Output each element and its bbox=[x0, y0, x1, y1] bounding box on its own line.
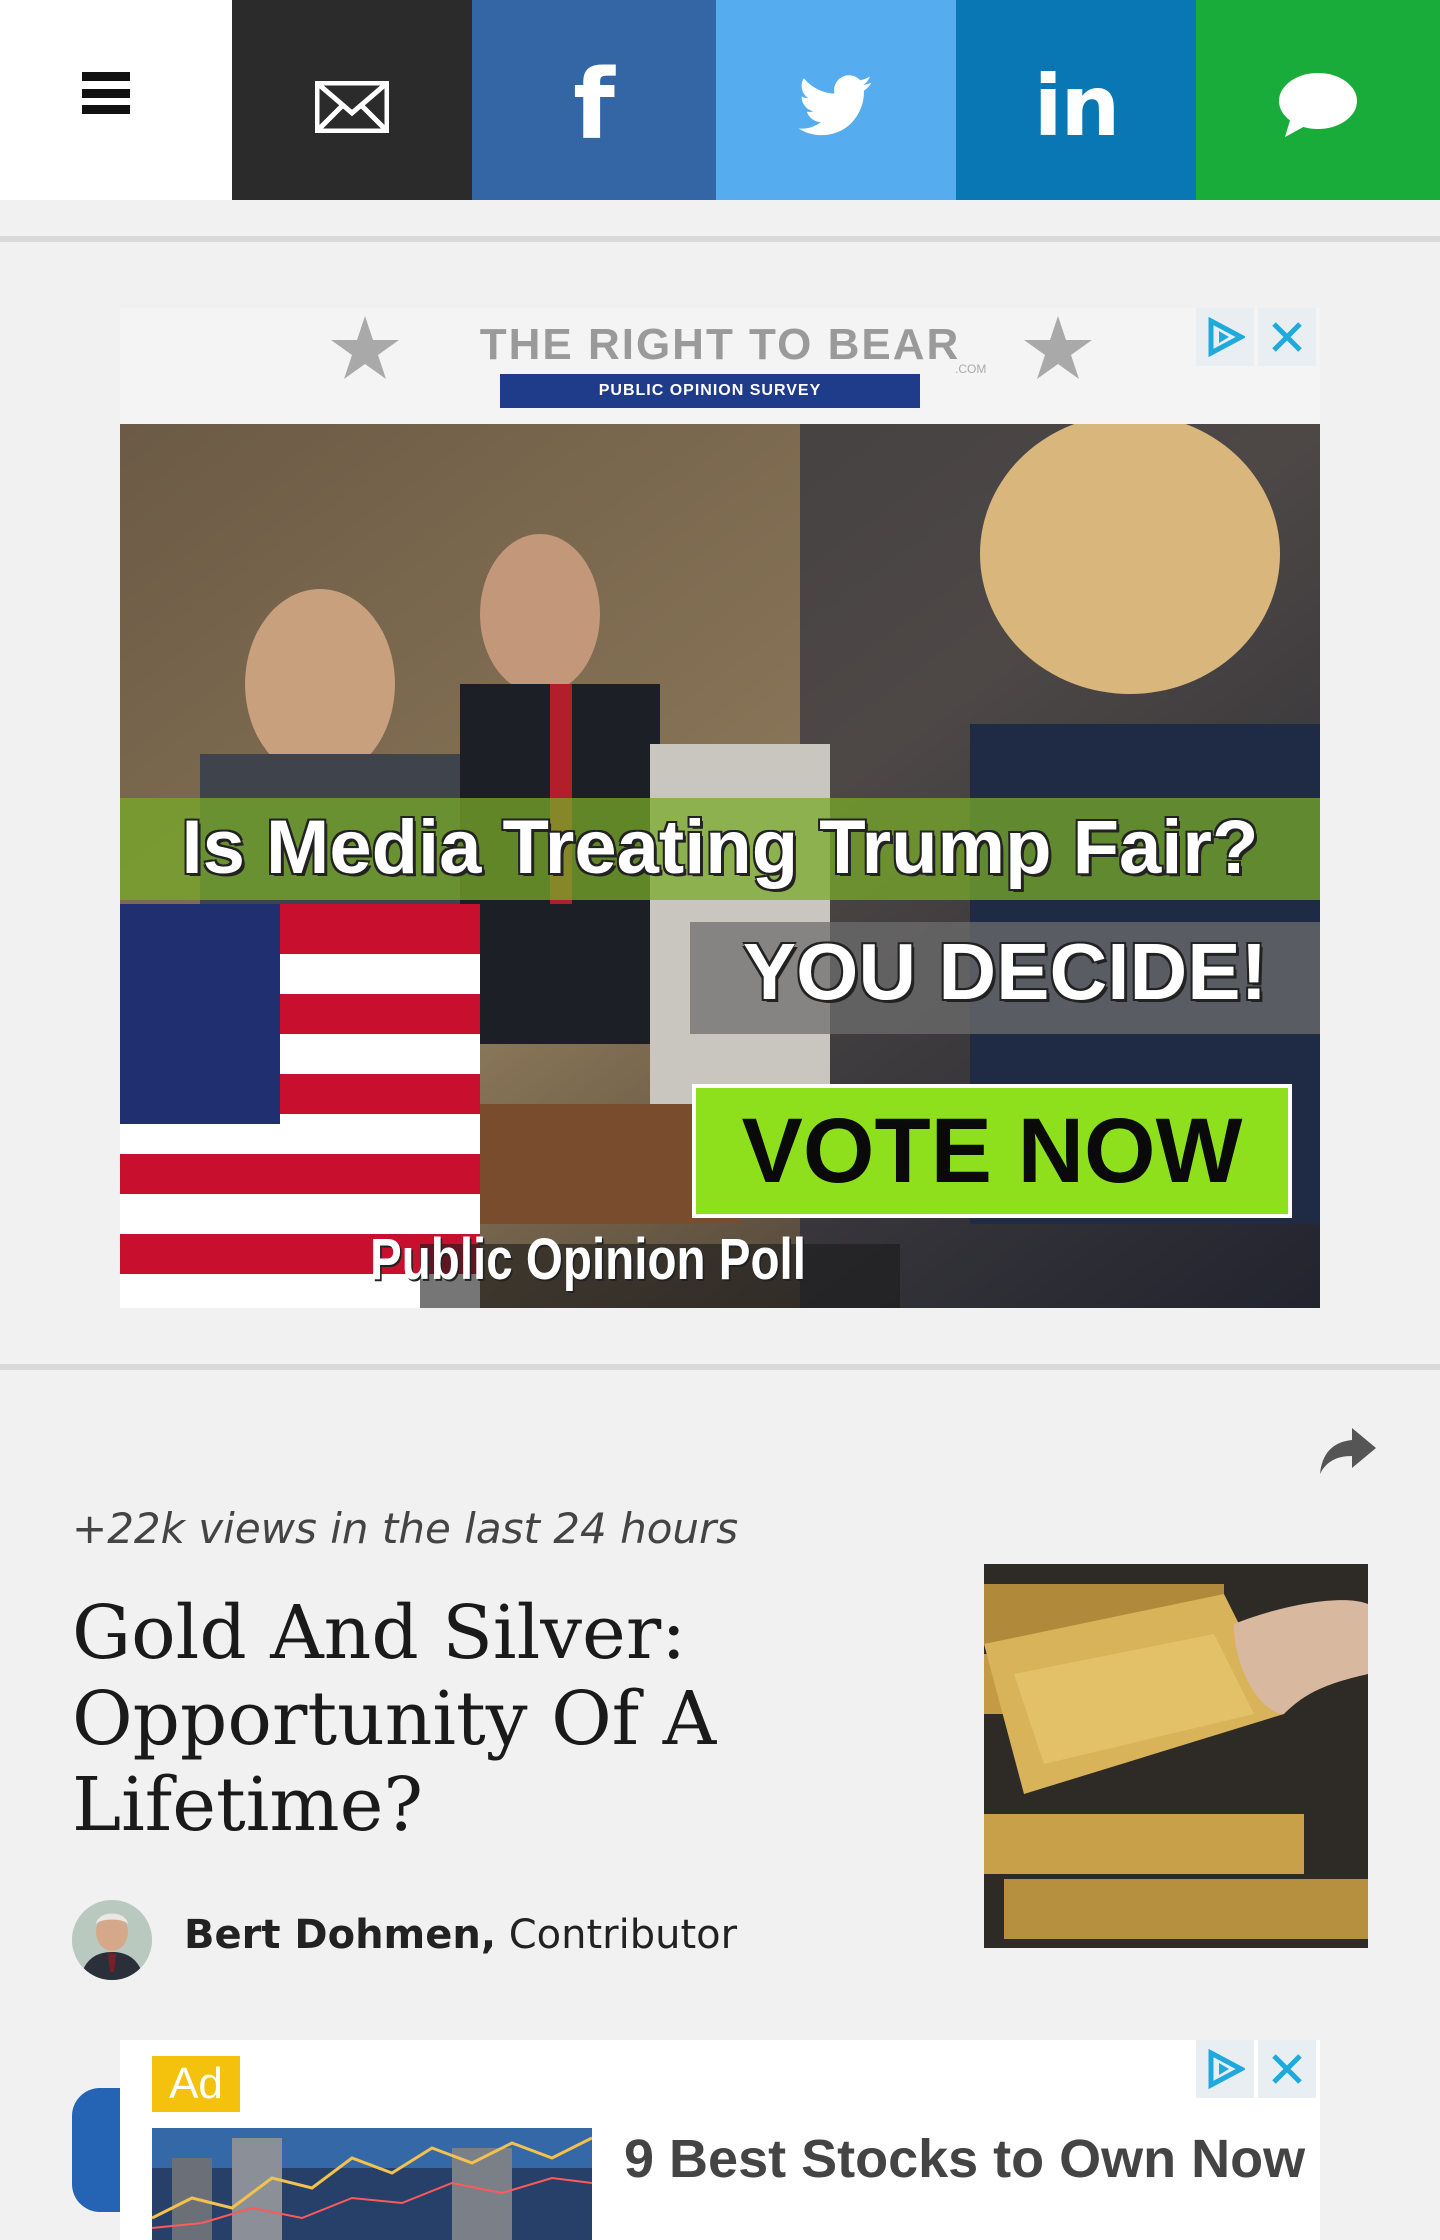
article-title[interactable]: Gold And Silver: Opportunity Of A Lifeti… bbox=[72, 1590, 892, 1848]
linkedin-share-button[interactable]: in bbox=[956, 0, 1196, 200]
ad-headline: Is Media Treating Trump Fair? bbox=[181, 805, 1259, 890]
adchoices-icon bbox=[1208, 317, 1245, 357]
divider bbox=[0, 236, 1440, 242]
ad-controls bbox=[1196, 2040, 1316, 2098]
hamburger-icon bbox=[82, 72, 130, 114]
close-icon bbox=[1272, 2054, 1302, 2084]
chat-bubble-icon bbox=[1279, 73, 1357, 137]
ad-stocks-text: 9 Best Stocks to Own Now bbox=[624, 2129, 1306, 2189]
close-icon bbox=[1272, 322, 1302, 352]
ad-subheadline: YOU DECIDE! bbox=[742, 927, 1268, 1016]
ad-brand: THE RIGHT TO BEAR bbox=[479, 320, 961, 369]
menu-button[interactable] bbox=[0, 0, 232, 200]
adchoices-button[interactable] bbox=[1196, 308, 1254, 366]
author-avatar[interactable] bbox=[72, 1900, 152, 1980]
ad-ribbon: PUBLIC OPINION SURVEY bbox=[500, 374, 920, 408]
ad-close-button[interactable] bbox=[1258, 2040, 1316, 2098]
twitter-share-button[interactable] bbox=[716, 0, 956, 200]
view-count: +22k views in the last 24 hours bbox=[72, 1504, 739, 1553]
ad-banner-stocks[interactable]: Ad 9 Best Stocks to Own Now bbox=[120, 2040, 1320, 2240]
share-bar: f in bbox=[0, 0, 1440, 200]
ad-stocks-image bbox=[152, 2128, 592, 2240]
email-share-button[interactable] bbox=[232, 0, 472, 200]
linkedin-icon: in bbox=[1033, 57, 1121, 155]
ad-badge: Ad bbox=[152, 2056, 240, 2112]
adchoices-button[interactable] bbox=[1196, 2040, 1254, 2098]
article-thumbnail[interactable] bbox=[984, 1564, 1368, 1948]
envelope-icon bbox=[315, 81, 389, 133]
ad-footer-text: Public Opinion Poll bbox=[370, 1227, 806, 1292]
sms-share-button[interactable] bbox=[1196, 0, 1440, 200]
divider bbox=[0, 1364, 1440, 1370]
facebook-share-button[interactable]: f bbox=[472, 0, 716, 200]
author-role: Contributor bbox=[496, 1912, 738, 1958]
ad-banner-poll[interactable]: THE RIGHT TO BEAR .COM PUBLIC OPINION SU… bbox=[120, 308, 1320, 1308]
author-name: Bert Dohmen, bbox=[184, 1912, 497, 1958]
ad-close-button[interactable] bbox=[1258, 308, 1316, 366]
adchoices-icon bbox=[1208, 2049, 1245, 2089]
twitter-bird-icon bbox=[798, 75, 872, 136]
ad-controls bbox=[1196, 308, 1316, 366]
vote-now-button[interactable]: VOTE NOW bbox=[692, 1084, 1292, 1218]
author-byline[interactable]: Bert Dohmen, Contributor bbox=[184, 1912, 737, 1958]
facebook-icon: f bbox=[573, 49, 615, 161]
ad-header: THE RIGHT TO BEAR .COM PUBLIC OPINION SU… bbox=[120, 308, 1320, 424]
ad-brand-suffix: .COM bbox=[955, 362, 987, 376]
share-arrow-icon[interactable] bbox=[1318, 1424, 1378, 1476]
